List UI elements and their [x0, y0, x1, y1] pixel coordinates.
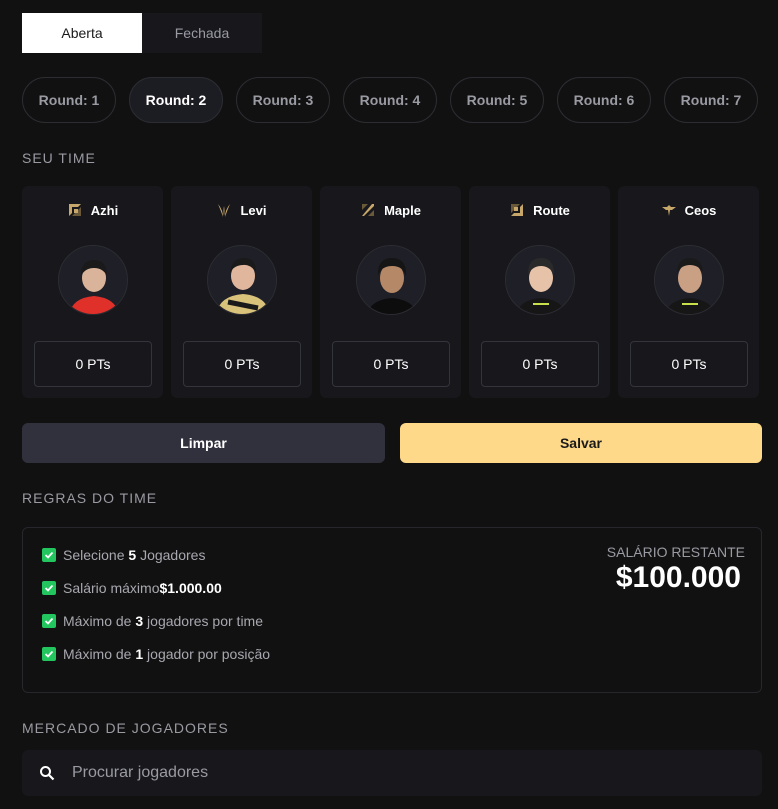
- save-button[interactable]: Salvar: [400, 423, 762, 463]
- tab-aberta[interactable]: Aberta: [22, 13, 142, 53]
- market-section-title: MERCADO DE JOGADORES: [22, 720, 229, 736]
- player-card[interactable]: Levi 0 PTs: [171, 186, 312, 398]
- rule-text: Máximo de 3 jogadores por time: [63, 613, 263, 629]
- player-name: Levi: [240, 202, 267, 218]
- bot-lane-icon: [509, 202, 525, 218]
- player-card-header: Maple: [320, 202, 461, 218]
- round-4-button[interactable]: Round: 4: [343, 77, 437, 123]
- player-card-header: Azhi: [22, 202, 163, 218]
- player-card[interactable]: Maple 0 PTs: [320, 186, 461, 398]
- remaining-salary-label: SALÁRIO RESTANTE: [606, 544, 745, 560]
- team-section-title: SEU TIME: [22, 150, 96, 166]
- jungle-icon: [216, 202, 232, 218]
- rule-item: Salário máximo$1.000.00: [42, 580, 222, 596]
- rule-text: Salário máximo$1.000.00: [63, 580, 222, 596]
- player-points: 0 PTs: [630, 341, 748, 387]
- remaining-salary-value: $100.000: [615, 561, 741, 594]
- mid-lane-icon: [360, 202, 376, 218]
- round-3-button[interactable]: Round: 3: [236, 77, 330, 123]
- player-name: Route: [533, 202, 570, 218]
- round-6-button[interactable]: Round: 6: [557, 77, 651, 123]
- rules-section-title: REGRAS DO TIME: [22, 490, 158, 506]
- player-name: Ceos: [684, 202, 717, 218]
- player-card[interactable]: Azhi 0 PTs: [22, 186, 163, 398]
- player-points: 0 PTs: [332, 341, 450, 387]
- player-avatar: [504, 245, 575, 315]
- player-card[interactable]: Route 0 PTs: [469, 186, 610, 398]
- player-name: Azhi: [90, 202, 119, 218]
- team-cards: Azhi 0 PTs Levi 0 PTs Maple 0 PTs Route …: [22, 186, 759, 398]
- rule-text: Selecione 5 Jogadores: [63, 547, 206, 563]
- checkbox-checked-icon: [42, 647, 56, 661]
- player-card-header: Route: [469, 202, 610, 218]
- checkbox-checked-icon: [42, 581, 56, 595]
- search-icon: [38, 764, 56, 782]
- support-icon: [661, 202, 677, 218]
- rule-item: Selecione 5 Jogadores: [42, 547, 205, 563]
- player-avatar: [57, 245, 128, 315]
- player-card-header: Ceos: [618, 202, 759, 218]
- checkbox-checked-icon: [42, 614, 56, 628]
- checkbox-checked-icon: [42, 548, 56, 562]
- player-avatar: [355, 245, 426, 315]
- player-avatar: [653, 245, 724, 315]
- round-2-button[interactable]: Round: 2: [129, 77, 223, 123]
- rule-item: Máximo de 1 jogador por posição: [42, 646, 270, 662]
- player-search: [22, 750, 762, 796]
- rules-panel: Selecione 5 Jogadores Salário máximo$1.0…: [22, 527, 762, 693]
- tab-fechada[interactable]: Fechada: [142, 13, 262, 53]
- rule-item: Máximo de 3 jogadores por time: [42, 613, 263, 629]
- player-name: Maple: [384, 202, 421, 218]
- player-points: 0 PTs: [183, 341, 301, 387]
- player-card-header: Levi: [171, 202, 312, 218]
- clear-button[interactable]: Limpar: [22, 423, 385, 463]
- rule-text: Máximo de 1 jogador por posição: [63, 646, 271, 662]
- round-5-button[interactable]: Round: 5: [450, 77, 544, 123]
- top-lane-icon: [67, 202, 83, 218]
- player-card[interactable]: Ceos 0 PTs: [618, 186, 759, 398]
- round-selector: Round: 1 Round: 2 Round: 3 Round: 4 Roun…: [22, 77, 758, 123]
- search-input[interactable]: [72, 764, 672, 782]
- status-tabs: Aberta Fechada: [22, 13, 262, 53]
- player-avatar: [206, 245, 277, 315]
- round-1-button[interactable]: Round: 1: [22, 77, 116, 123]
- player-points: 0 PTs: [481, 341, 599, 387]
- player-points: 0 PTs: [34, 341, 152, 387]
- round-7-button[interactable]: Round: 7: [664, 77, 758, 123]
